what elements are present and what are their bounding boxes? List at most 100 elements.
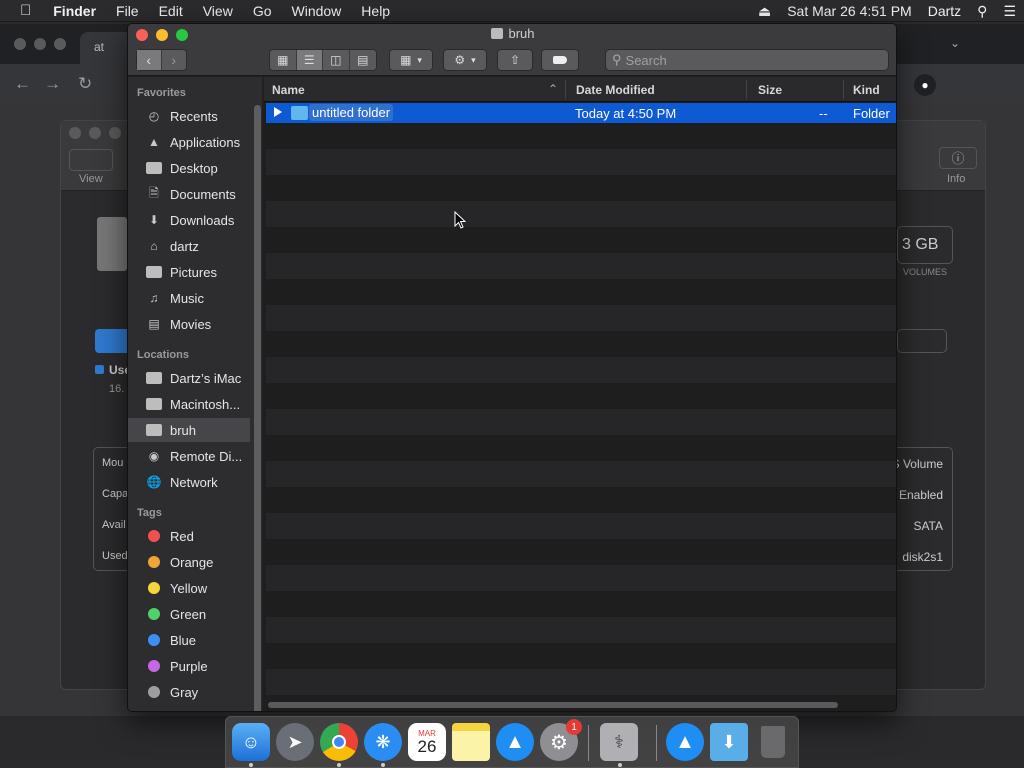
dock-launchpad-icon[interactable]: ➤ xyxy=(276,723,314,761)
browser-close-icon[interactable] xyxy=(14,38,26,50)
menu-edit[interactable]: Edit xyxy=(149,3,193,19)
column-kind-header[interactable]: Kind xyxy=(853,83,880,97)
column-view-icon[interactable]: ◫ xyxy=(323,50,350,70)
forward-button[interactable]: › xyxy=(162,50,186,70)
du-zoom-icon[interactable] xyxy=(109,127,121,139)
disclosure-triangle-icon[interactable] xyxy=(274,107,282,117)
sidebar-tag-yellow[interactable]: Yellow xyxy=(128,576,250,600)
gallery-view-icon[interactable]: ▤ xyxy=(350,50,376,70)
du-detail-value: S Volume xyxy=(891,457,943,471)
menu-go[interactable]: Go xyxy=(243,3,282,19)
dock-chrome-icon[interactable] xyxy=(320,723,358,761)
sidebar-scrollbar[interactable] xyxy=(253,77,262,711)
browser-minimize-icon[interactable] xyxy=(34,38,46,50)
sidebar-item-recents[interactable]: ◴ Recents xyxy=(128,104,250,128)
sidebar-tag-orange[interactable]: Orange xyxy=(128,550,250,574)
sidebar-scroll-thumb[interactable] xyxy=(254,105,261,711)
menu-help[interactable]: Help xyxy=(351,3,400,19)
column-name-header[interactable]: Name xyxy=(272,83,305,97)
icon-view-icon[interactable]: ▦ xyxy=(270,50,297,70)
search-input[interactable] xyxy=(625,52,876,68)
horizontal-scrollbar[interactable] xyxy=(268,702,838,708)
du-minimize-icon[interactable] xyxy=(89,127,101,139)
dock-notes-icon[interactable] xyxy=(452,723,490,761)
column-size-header[interactable]: Size xyxy=(758,83,782,97)
dock-applications-folder-icon[interactable]: ▲ xyxy=(666,723,704,761)
sidebar-item-imac[interactable]: Dartz’s iMac xyxy=(128,366,250,390)
dock-downloads-folder-icon[interactable]: ⬇ xyxy=(710,723,748,761)
spotlight-icon[interactable]: ⚲ xyxy=(969,3,995,20)
browser-reload-icon[interactable]: ↻ xyxy=(78,74,92,94)
sidebar-item-macintosh-hd[interactable]: Macintosh... xyxy=(128,392,250,416)
file-list: Name ⌃ Date Modified Size Kind untitled … xyxy=(264,77,896,711)
sidebar-tag-green[interactable]: Green xyxy=(128,602,250,626)
action-menu-button[interactable]: ⚙ ▾ xyxy=(443,49,487,71)
notification-center-icon[interactable]: ☰ xyxy=(995,3,1024,20)
du-detail-value: SATA xyxy=(913,519,943,533)
dock-disk-utility-icon[interactable]: ⚕ xyxy=(600,723,638,761)
du-detail-value: disk2s1 xyxy=(902,550,943,564)
column-separator[interactable] xyxy=(746,80,747,99)
sort-ascending-icon[interactable]: ⌃ xyxy=(548,82,558,96)
du-usage-bar-end xyxy=(897,329,947,353)
sidebar-tag-red[interactable]: Red xyxy=(128,524,250,548)
sidebar-item-home[interactable]: ⌂ dartz xyxy=(128,234,250,258)
profile-avatar-icon[interactable]: ● xyxy=(914,74,936,96)
browser-back-icon[interactable]: ← xyxy=(14,74,31,94)
file-row[interactable]: untitled folder Today at 4:50 PM -- Fold… xyxy=(266,103,896,123)
column-separator[interactable] xyxy=(565,80,566,99)
menu-window[interactable]: Window xyxy=(282,3,352,19)
sidebar-item-network[interactable]: 🌐 Network xyxy=(128,470,250,494)
sidebar-tag-gray[interactable]: Gray xyxy=(128,680,250,704)
eject-icon[interactable]: ⏏ xyxy=(750,3,779,20)
search-field[interactable]: ⚲ xyxy=(605,49,889,71)
dock-app-store-icon[interactable]: ▲ xyxy=(496,723,534,761)
du-disk-image-icon xyxy=(97,217,127,271)
sidebar-item-label: Gray xyxy=(170,684,199,700)
sidebar-item-downloads[interactable]: ⬇ Downloads xyxy=(128,208,250,232)
dock-finder-icon[interactable]: ☺ xyxy=(232,723,270,761)
sidebar-tag-purple[interactable]: Purple xyxy=(128,654,250,678)
du-detail-label: Used xyxy=(102,550,128,562)
finder-window: bruh ‹ › ▦ ☰ ◫ ▤ ▦▾ ⚙▾ ⇧ ⚲ Favorites ◴Re… xyxy=(127,23,897,712)
dock-separator xyxy=(656,725,657,761)
sidebar-item-music[interactable]: ♫ Music xyxy=(128,286,250,310)
sidebar-item-desktop[interactable]: Desktop xyxy=(128,156,250,180)
du-info-icon[interactable]: ⓘ xyxy=(939,147,977,169)
empty-row-stripe xyxy=(266,487,896,513)
column-date-header[interactable]: Date Modified xyxy=(576,83,655,97)
menu-app-name[interactable]: Finder xyxy=(43,3,106,19)
browser-zoom-icon[interactable] xyxy=(54,38,66,50)
sidebar-item-remote-disc[interactable]: ◉ Remote Di... xyxy=(128,444,250,468)
dock-safari-icon[interactable]: ❋ xyxy=(364,723,402,761)
du-view-button[interactable] xyxy=(69,149,113,171)
disk-icon xyxy=(146,398,162,410)
list-view-icon[interactable]: ☰ xyxy=(296,50,323,70)
share-button[interactable]: ⇧ xyxy=(497,49,533,71)
sidebar-item-pictures[interactable]: Pictures xyxy=(128,260,250,284)
du-close-icon[interactable] xyxy=(69,127,81,139)
browser-forward-icon[interactable]: → xyxy=(44,74,61,94)
du-info-label: Info xyxy=(947,173,966,185)
tab-list-chevron-icon[interactable]: ⌄ xyxy=(950,36,960,50)
dock-calendar-icon[interactable]: MAR 26 xyxy=(408,723,446,761)
tags-button[interactable] xyxy=(541,49,579,71)
menu-file[interactable]: File xyxy=(106,3,149,19)
file-name[interactable]: untitled folder xyxy=(309,104,394,121)
column-separator[interactable] xyxy=(843,80,844,99)
sidebar-item-documents[interactable]: 🗎 Documents xyxy=(128,182,250,206)
dock-trash-icon[interactable] xyxy=(754,723,792,761)
menu-view[interactable]: View xyxy=(193,3,243,19)
group-by-button[interactable]: ▦ ▾ xyxy=(389,49,433,71)
dock-system-preferences-icon[interactable]: ⚙ 1 xyxy=(540,719,582,761)
apple-menu-icon[interactable]:  xyxy=(0,2,43,19)
sidebar-item-applications[interactable]: ▲ Applications xyxy=(128,130,250,154)
browser-tab-label: at xyxy=(94,40,105,54)
menu-user[interactable]: Dartz xyxy=(920,3,969,19)
sidebar-item-bruh[interactable]: bruh xyxy=(128,418,250,442)
empty-row-stripe xyxy=(266,383,896,409)
sidebar-item-movies[interactable]: ▤ Movies xyxy=(128,312,250,336)
menu-clock[interactable]: Sat Mar 26 4:51 PM xyxy=(779,3,920,19)
back-button[interactable]: ‹ xyxy=(137,50,162,70)
sidebar-tag-blue[interactable]: Blue xyxy=(128,628,250,652)
